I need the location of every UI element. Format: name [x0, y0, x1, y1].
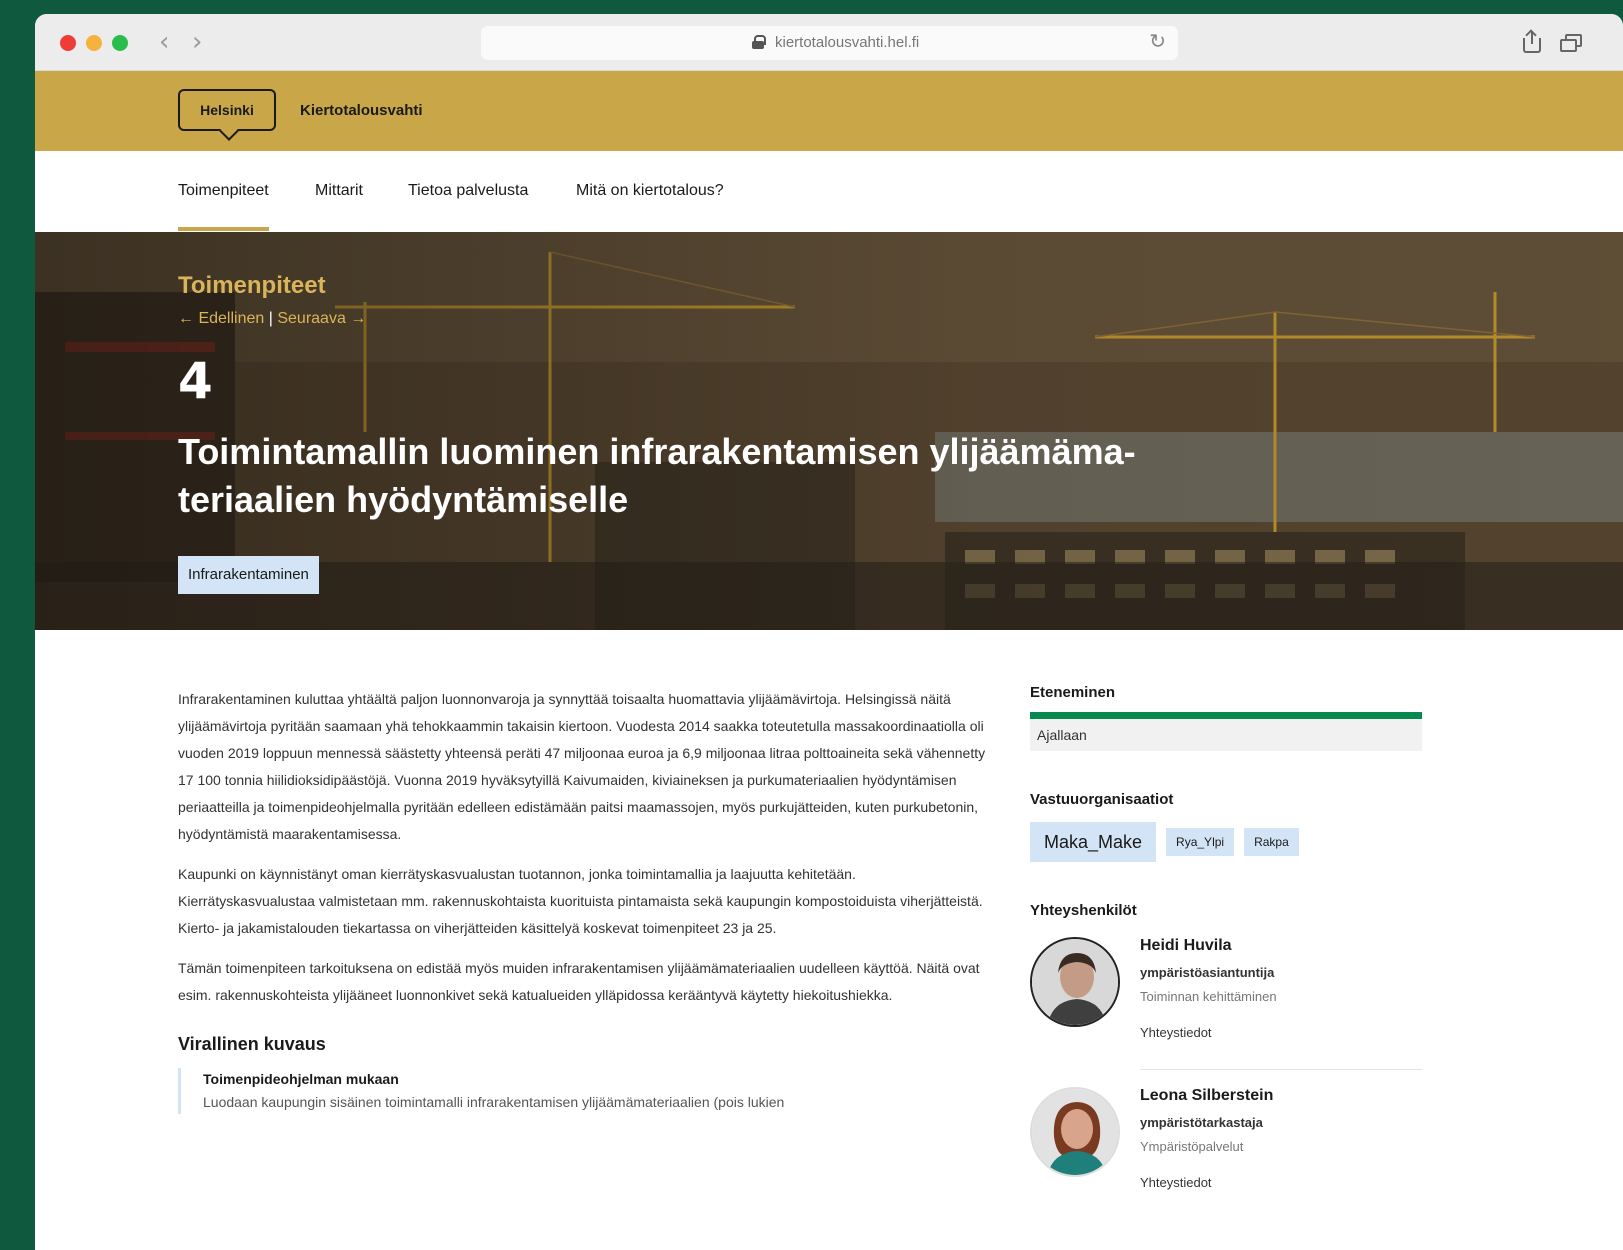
page-title: Toimintamallin luominen infrarakentamise…	[178, 431, 1136, 520]
nav-item-toimenpiteet[interactable]: Toimenpiteet	[178, 182, 269, 231]
contact-card: Leona Silberstein ympäristötarkastaja Ym…	[1030, 1087, 1422, 1237]
contact-title: ympäristötarkastaja	[1140, 1115, 1263, 1130]
article-paragraph: Tämän toimenpiteen tarkoituksena on edis…	[178, 960, 980, 1003]
contact-details-link[interactable]: Yhteystiedot	[1140, 1025, 1212, 1040]
browser-toolbar: ‹ › kiertotalousvahti.hel.fi ↻	[35, 14, 1623, 71]
organization-list: Maka_Make Rya_Ylpi Rakpa	[1030, 822, 1422, 862]
hero-kicker[interactable]: Toimenpiteet	[178, 272, 326, 300]
article-paragraph: Kaupunki on käynnistänyt oman kierrätysk…	[178, 866, 983, 936]
main-content: Infrarakentaminen kuluttaa yhtäältä palj…	[35, 630, 1623, 1230]
nav-item-mittarit[interactable]: Mittarit	[315, 182, 363, 200]
next-link[interactable]: Seuraava →	[277, 310, 366, 327]
forward-icon[interactable]: ›	[192, 28, 202, 56]
organization-tag[interactable]: Maka_Make	[1030, 822, 1157, 862]
progress-fill	[1030, 712, 1422, 719]
share-icon[interactable]	[1523, 31, 1541, 53]
pager-separator: |	[268, 310, 273, 327]
nav-item-mita-on-kiertotalous[interactable]: Mitä on kiertotalous?	[576, 182, 724, 200]
hero-banner: Toimenpiteet ← Edellinen | Seuraava → 4 …	[35, 232, 1623, 630]
contact-name: Heidi Huvila	[1140, 937, 1232, 954]
helsinki-logo[interactable]: Helsinki	[178, 89, 276, 131]
hero-pager: ← Edellinen | Seuraava →	[178, 310, 366, 328]
back-icon[interactable]: ‹	[159, 28, 169, 56]
contact-details-link[interactable]: Yhteystiedot	[1140, 1175, 1212, 1190]
official-text: Luodaan kaupungin sisäinen toimintamalli…	[203, 1094, 785, 1110]
avatar	[1030, 1087, 1120, 1177]
contact-unit: Toiminnan kehittäminen	[1140, 989, 1277, 1004]
main-navigation: Toimenpiteet Mittarit Tietoa palvelusta …	[35, 151, 1623, 232]
progress-status: Ajallaan	[1030, 719, 1422, 751]
article-paragraph: Infrarakentaminen kuluttaa yhtäältä palj…	[178, 691, 986, 842]
reload-icon[interactable]: ↻	[1149, 29, 1166, 53]
organization-tag[interactable]: Rya_Ylpi	[1166, 828, 1235, 856]
official-description-heading: Virallinen kuvaus	[178, 1034, 326, 1054]
divider	[1140, 1069, 1422, 1070]
progress-bar	[1030, 712, 1422, 719]
close-window-button[interactable]	[60, 35, 76, 51]
category-tag[interactable]: Infrarakentaminen	[178, 556, 319, 594]
contact-name: Leona Silberstein	[1140, 1087, 1274, 1104]
url-text: kiertotalousvahti.hel.fi	[775, 34, 920, 51]
organization-tag[interactable]: Rakpa	[1244, 828, 1299, 856]
official-description: Toimenpideohjelman mukaan Luodaan kaupun…	[178, 1068, 988, 1114]
progress-heading: Eteneminen	[1030, 684, 1116, 701]
sidebar: Eteneminen Ajallaan Vastuuorganisaatiot …	[1030, 684, 1422, 1237]
article: Infrarakentaminen kuluttaa yhtäältä palj…	[178, 686, 988, 1114]
contact-card: Heidi Huvila ympäristöasiantuntija Toimi…	[1030, 937, 1422, 1087]
zoom-window-button[interactable]	[112, 35, 128, 51]
lock-icon	[752, 35, 766, 49]
official-subheading: Toimenpideohjelman mukaan	[203, 1071, 399, 1087]
nav-item-tietoa-palvelusta[interactable]: Tietoa palvelusta	[408, 182, 528, 200]
browser-window: ‹ › kiertotalousvahti.hel.fi ↻ Helsinki …	[35, 14, 1623, 1250]
avatar	[1030, 937, 1120, 1027]
contact-unit: Ympäristöpalvelut	[1140, 1139, 1244, 1154]
site-name[interactable]: Kiertotalousvahti	[300, 102, 423, 119]
action-number: 4	[178, 352, 213, 410]
site-header: Helsinki Kiertotalousvahti	[35, 71, 1623, 151]
tab-overview-icon[interactable]	[1560, 34, 1582, 52]
minimize-window-button[interactable]	[86, 35, 102, 51]
address-bar[interactable]: kiertotalousvahti.hel.fi ↻	[481, 26, 1178, 60]
previous-link[interactable]: ← Edellinen	[178, 310, 264, 327]
contact-title: ympäristöasiantuntija	[1140, 965, 1275, 980]
contacts-heading: Yhteyshenkilöt	[1030, 902, 1137, 919]
organizations-heading: Vastuuorganisaatiot	[1030, 791, 1174, 808]
logo-text: Helsinki	[200, 102, 254, 118]
